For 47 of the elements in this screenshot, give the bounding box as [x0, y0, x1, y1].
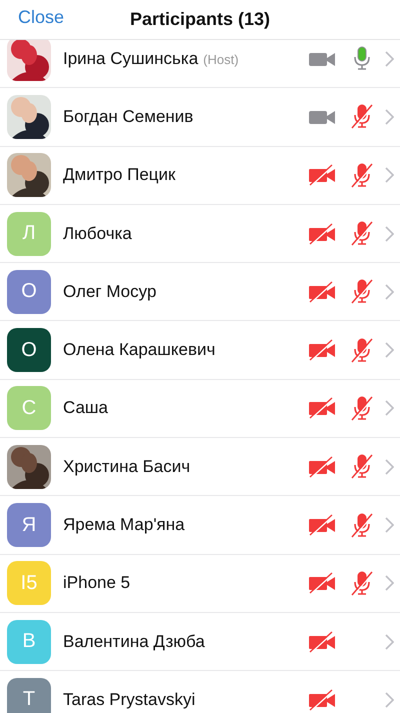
participant-row[interactable]: О Олег Мосур [0, 263, 400, 322]
chevron-icon [385, 575, 394, 592]
chevron-icon [385, 342, 394, 358]
participant-name: Саша [63, 398, 108, 418]
avatar-initial: В [7, 620, 51, 664]
participant-row[interactable]: I5 iPhone 5 [0, 554, 400, 613]
participant-name: Христина Басич [63, 456, 190, 477]
chevron-icon [385, 458, 394, 475]
avatar-initial: T [7, 678, 51, 713]
chevron-icon [385, 167, 394, 184]
avatar-initial: Я [7, 503, 51, 548]
chevron-icon [385, 108, 394, 125]
participant-name: Taras Prystavskyi [63, 690, 196, 710]
participant-row[interactable]: С Саша [0, 380, 400, 438]
chevron-icon [385, 400, 394, 416]
chevron-icon [385, 692, 394, 708]
participant-name: Олена Карашкевич [63, 340, 216, 360]
avatar-initial: О [7, 270, 51, 314]
participant-name: Ірина Сушинська [63, 48, 198, 69]
participant-row[interactable]: Л Любочка [0, 204, 400, 264]
chevron-icon [385, 284, 394, 300]
chevron-icon [385, 634, 394, 650]
participant-row[interactable]: О Олена Карашкевич [0, 321, 400, 380]
participant-name: iPhone 5 [63, 573, 130, 594]
participant-name: Олег Мосур [63, 282, 156, 302]
participant-name: Любочка [63, 224, 132, 244]
participant-row[interactable]: Я Ярема Мар'яна [0, 496, 400, 555]
screen-title: Participants (13) [130, 9, 270, 30]
participant-row[interactable]: Богдан Семенив [0, 88, 400, 147]
avatar-initial: Л [7, 212, 51, 256]
participant-row[interactable]: Христина Басич [0, 438, 400, 496]
participant-name: Валентина Дзюба [63, 632, 205, 652]
chevron-icon [385, 50, 394, 67]
chevron-icon [385, 226, 394, 242]
participant-name: Дмитро Пецик [63, 165, 176, 186]
participant-row[interactable]: T Taras Prystavskyi [0, 671, 400, 713]
close-button[interactable]: Close [18, 7, 64, 28]
chevron-icon [385, 517, 394, 534]
participant-row[interactable]: Ірина Сушинська (Host) [0, 40, 400, 88]
participant-name: Ярема Мар'яна [63, 515, 185, 536]
participant-name: Богдан Семенив [63, 106, 194, 127]
participant-row[interactable]: Дмитро Пецик [0, 146, 400, 205]
avatar-initial: I5 [7, 561, 51, 606]
participant-row[interactable]: В Валентина Дзюба [0, 612, 400, 672]
role-label: (Host) [203, 52, 239, 67]
avatar-initial: С [7, 386, 51, 430]
avatar-initial: О [7, 328, 51, 372]
